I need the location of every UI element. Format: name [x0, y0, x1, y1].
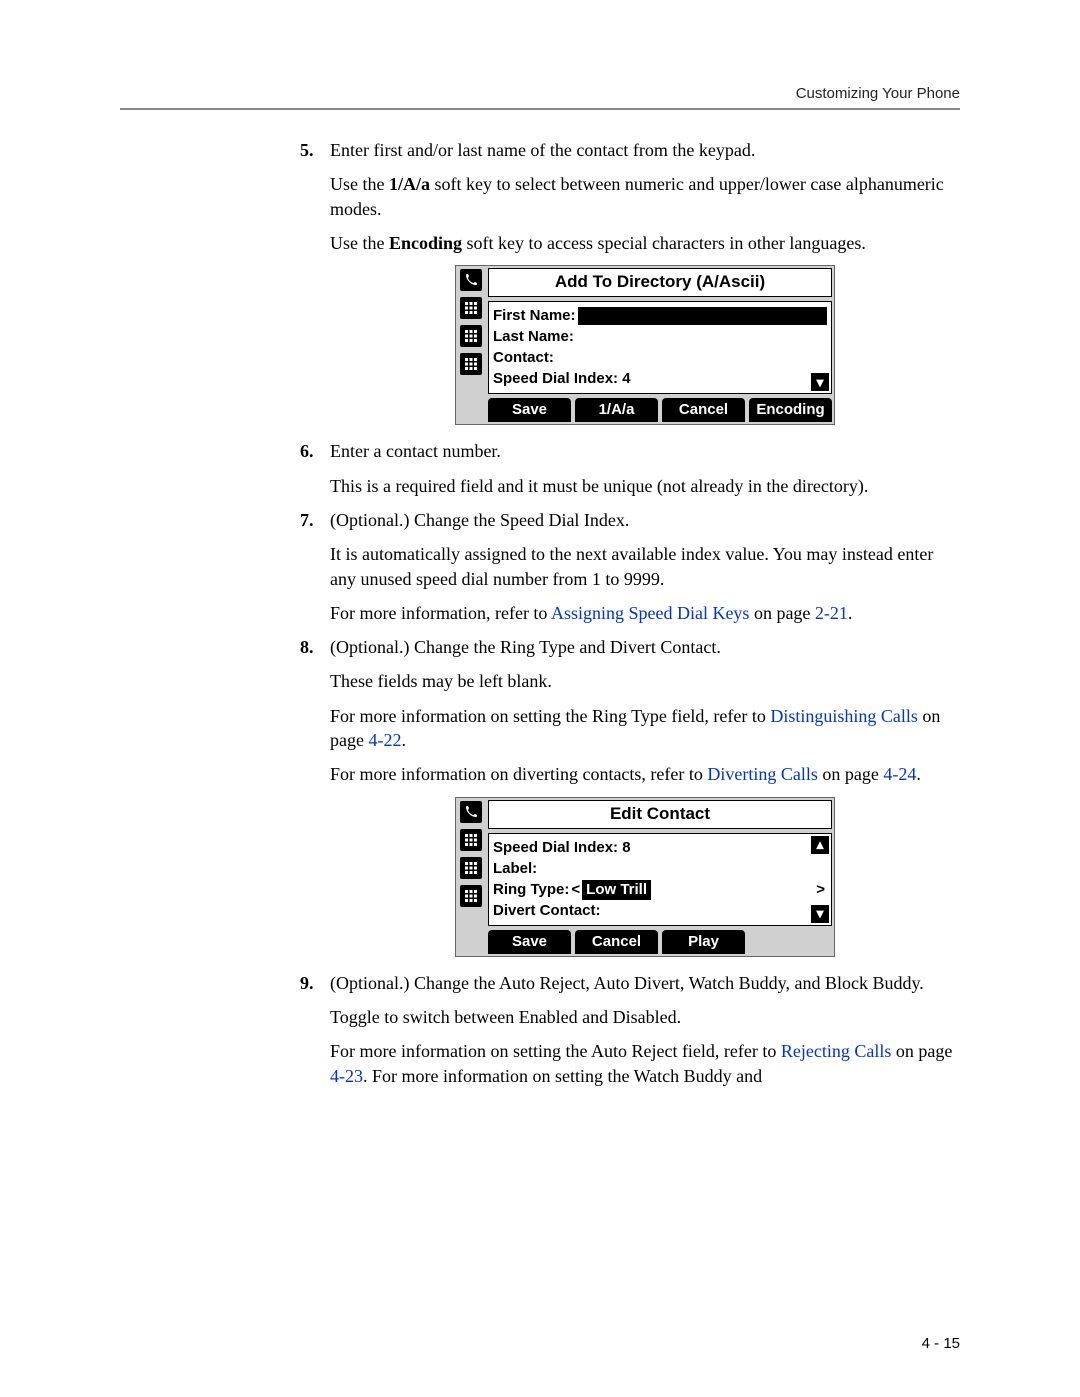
link-diverting-calls[interactable]: Diverting Calls — [707, 764, 818, 784]
step-text: (Optional.) Change the Ring Type and Div… — [330, 635, 960, 659]
softkey-cancel[interactable]: Cancel — [662, 398, 745, 422]
softkey-row: Save Cancel Play — [488, 930, 832, 954]
divert-label: Divert Contact: — [493, 901, 601, 921]
step-text: For more information on setting the Auto… — [330, 1039, 960, 1088]
step-number: 7. — [300, 508, 314, 532]
figure-edit-contact: Edit Contact ▴ Speed Dial Index: 8 Label… — [455, 797, 835, 957]
figure-add-to-directory: Add To Directory (A/Ascii) First Name: L… — [455, 265, 835, 425]
ring-type-label: Ring Type: — [493, 880, 569, 900]
phone-icon — [460, 269, 482, 291]
step-5: 5. Enter first and/or last name of the c… — [300, 138, 960, 425]
first-name-row: First Name: — [493, 306, 827, 326]
first-name-input[interactable] — [578, 307, 827, 325]
softkey-play[interactable]: Play — [662, 930, 745, 954]
ring-next-icon[interactable]: > — [814, 880, 827, 900]
keypad-icon — [460, 857, 482, 879]
step-text: Toggle to switch between Enabled and Dis… — [330, 1005, 960, 1029]
link-assigning-speed-dial[interactable]: Assigning Speed Dial Keys — [551, 603, 749, 623]
keypad-icon — [460, 829, 482, 851]
phone-screen: Edit Contact ▴ Speed Dial Index: 8 Label… — [455, 797, 835, 957]
link-page-4-23[interactable]: 4-23 — [330, 1066, 363, 1086]
step-text: (Optional.) Change the Speed Dial Index. — [330, 508, 960, 532]
link-rejecting-calls[interactable]: Rejecting Calls — [781, 1041, 891, 1061]
line-key-sidebar — [456, 798, 486, 956]
step-text: Use the 1/A/a soft key to select between… — [330, 172, 960, 221]
ring-type-value: Low Trill — [582, 880, 651, 900]
scroll-down-icon[interactable]: ▾ — [811, 905, 829, 923]
softkey-mode[interactable]: 1/A/a — [575, 398, 658, 422]
step-number: 9. — [300, 971, 314, 995]
scroll-up-icon[interactable]: ▴ — [811, 836, 829, 854]
keypad-icon — [460, 325, 482, 347]
label-label: Label: — [493, 859, 537, 879]
keypad-icon — [460, 353, 482, 375]
softkey-save[interactable]: Save — [488, 930, 571, 954]
contact-label: Contact: — [493, 348, 554, 368]
body-content: 5. Enter first and/or last name of the c… — [300, 138, 960, 1088]
step-text: Enter a contact number. — [330, 439, 960, 463]
step-text: These fields may be left blank. — [330, 669, 960, 693]
divert-row: Divert Contact: — [493, 901, 827, 921]
form-area: First Name: Last Name: Contact: — [488, 301, 832, 394]
step-list: 5. Enter first and/or last name of the c… — [300, 138, 960, 1088]
form-area: ▴ Speed Dial Index: 8 Label: Ring Type: … — [488, 833, 832, 926]
keypad-icon — [460, 297, 482, 319]
softkey-save[interactable]: Save — [488, 398, 571, 422]
step-number: 8. — [300, 635, 314, 659]
step-text: For more information on setting the Ring… — [330, 704, 960, 753]
line-key-sidebar — [456, 266, 486, 424]
step-8: 8. (Optional.) Change the Ring Type and … — [300, 635, 960, 957]
ring-type-row: Ring Type: < Low Trill > — [493, 880, 827, 900]
speed-dial-row: Speed Dial Index: 4 — [493, 369, 827, 389]
link-page-4-24[interactable]: 4-24 — [883, 764, 916, 784]
step-text: It is automatically assigned to the next… — [330, 542, 960, 591]
step-7: 7. (Optional.) Change the Speed Dial Ind… — [300, 508, 960, 625]
speed-dial-label: Speed Dial Index: 4 — [493, 369, 631, 389]
link-distinguishing-calls[interactable]: Distinguishing Calls — [770, 706, 918, 726]
last-name-label: Last Name: — [493, 327, 574, 347]
speed-dial-label: Speed Dial Index: 8 — [493, 838, 631, 858]
step-text: Use the Encoding soft key to access spec… — [330, 231, 960, 255]
step-text: (Optional.) Change the Auto Reject, Auto… — [330, 971, 960, 995]
step-9: 9. (Optional.) Change the Auto Reject, A… — [300, 971, 960, 1088]
step-text: This is a required field and it must be … — [330, 474, 960, 498]
phone-icon — [460, 801, 482, 823]
page-number: 4 - 15 — [922, 1335, 960, 1352]
screen-main: Add To Directory (A/Ascii) First Name: L… — [486, 266, 834, 424]
softkey-cancel[interactable]: Cancel — [575, 930, 658, 954]
link-page-4-22[interactable]: 4-22 — [368, 730, 401, 750]
last-name-row: Last Name: — [493, 327, 827, 347]
keypad-icon — [460, 885, 482, 907]
speed-dial-row: Speed Dial Index: 8 — [493, 838, 827, 858]
page: Customizing Your Phone 5. Enter first an… — [0, 0, 1080, 1397]
running-header: Customizing Your Phone — [120, 85, 960, 102]
scroll-down-icon[interactable]: ▾ — [811, 373, 829, 391]
first-name-label: First Name: — [493, 306, 576, 326]
softkey-encoding[interactable]: Encoding — [749, 398, 832, 422]
step-number: 5. — [300, 138, 314, 162]
step-text: Enter first and/or last name of the cont… — [330, 138, 960, 162]
screen-title: Add To Directory (A/Ascii) — [488, 268, 832, 297]
link-page-2-21[interactable]: 2-21 — [815, 603, 848, 623]
ring-prev-icon[interactable]: < — [569, 880, 582, 900]
screen-title: Edit Contact — [488, 800, 832, 829]
header-rule — [120, 108, 960, 110]
screen-main: Edit Contact ▴ Speed Dial Index: 8 Label… — [486, 798, 834, 956]
step-number: 6. — [300, 439, 314, 463]
contact-row: Contact: — [493, 348, 827, 368]
label-row: Label: — [493, 859, 827, 879]
step-6: 6. Enter a contact number. This is a req… — [300, 439, 960, 498]
step-text: For more information on diverting contac… — [330, 762, 960, 786]
step-text: For more information, refer to Assigning… — [330, 601, 960, 625]
softkey-row: Save 1/A/a Cancel Encoding — [488, 398, 832, 422]
phone-screen: Add To Directory (A/Ascii) First Name: L… — [455, 265, 835, 425]
